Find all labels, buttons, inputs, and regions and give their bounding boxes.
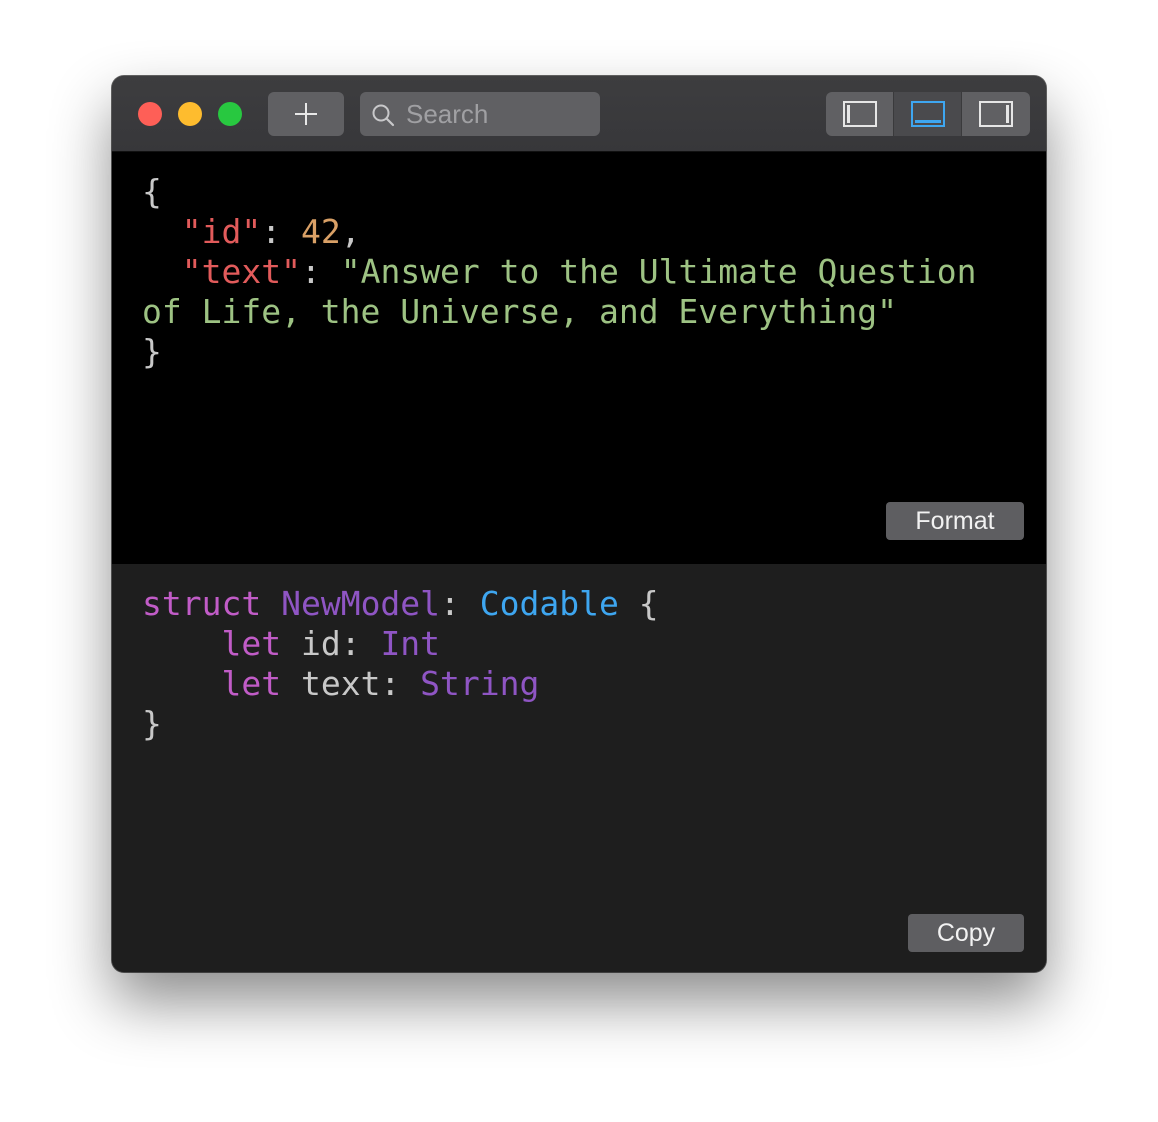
swift-token-ident: text:	[281, 664, 421, 703]
json-token-punct	[142, 212, 182, 251]
swift-code-text[interactable]: struct NewModel: Codable { let id: Int l…	[142, 584, 659, 744]
search-input[interactable]	[406, 98, 592, 130]
swift-line: let id: Int	[142, 624, 440, 663]
json-token-punct: }	[142, 332, 162, 371]
swift-line: struct NewModel: Codable {	[142, 584, 659, 623]
swift-token-ident	[142, 624, 221, 663]
json-input-editor[interactable]: { "id": 42, "text": "Answer to the Ultim…	[112, 152, 1046, 564]
close-window-button[interactable]	[138, 102, 162, 126]
swift-token-proto: Codable	[479, 584, 619, 623]
swift-token-kw: struct	[142, 584, 262, 623]
copy-button[interactable]: Copy	[908, 914, 1024, 952]
json-line: {	[142, 172, 162, 211]
json-line: "id": 42,	[142, 212, 361, 251]
zoom-window-button[interactable]	[218, 102, 242, 126]
layout-right-sidebar-button[interactable]	[962, 92, 1030, 136]
panel-bottom-icon	[911, 101, 945, 127]
layout-left-sidebar-button[interactable]	[826, 92, 893, 136]
json-token-punct	[142, 252, 182, 291]
swift-token-type: NewModel	[281, 584, 441, 623]
format-button[interactable]: Format	[886, 502, 1024, 540]
swift-token-type: String	[420, 664, 540, 703]
json-token-key: "id"	[181, 212, 262, 251]
json-code-text[interactable]: { "id": 42, "text": "Answer to the Ultim…	[142, 172, 976, 372]
swift-token-type: Int	[380, 624, 441, 663]
swift-token-ident: {	[618, 584, 659, 623]
sidebar-left-icon	[843, 101, 877, 127]
json-line: }	[142, 332, 162, 371]
swift-line: let text: String	[142, 664, 539, 703]
json-token-punct: {	[142, 172, 162, 211]
json-token-key: "text"	[181, 252, 301, 291]
minimize-window-button[interactable]	[178, 102, 202, 126]
json-line: "text": "Answer to the Ultimate Question	[142, 252, 977, 291]
json-token-num: 42	[300, 212, 341, 251]
swift-model-output: struct NewModel: Codable { let id: Int l…	[112, 564, 1046, 972]
swift-token-kw: let	[221, 624, 282, 663]
search-field[interactable]	[360, 92, 600, 136]
swift-token-ident: }	[142, 704, 162, 743]
json-line: of Life, the Universe, and Everything"	[142, 292, 897, 331]
magnifier-icon	[372, 104, 395, 127]
add-button[interactable]	[268, 92, 344, 136]
app-window: { "id": 42, "text": "Answer to the Ultim…	[112, 76, 1046, 972]
sidebar-right-icon	[979, 101, 1013, 127]
json-token-punct: :	[261, 212, 301, 251]
json-token-punct: :	[300, 252, 341, 291]
swift-token-ident: :	[440, 584, 480, 623]
layout-bottom-panel-button[interactable]	[894, 92, 961, 136]
json-token-str: "Answer to the Ultimate Question	[340, 252, 977, 291]
toolbar	[112, 76, 1046, 152]
swift-line: }	[142, 704, 162, 743]
swift-token-ident: id:	[281, 624, 381, 663]
json-token-punct: ,	[340, 212, 361, 251]
swift-token-ident	[142, 664, 221, 703]
swift-token-kw: let	[221, 664, 282, 703]
layout-segmented-control	[826, 92, 1030, 136]
json-token-str: of Life, the Universe, and Everything"	[142, 292, 897, 331]
swift-token-ident	[261, 584, 281, 623]
